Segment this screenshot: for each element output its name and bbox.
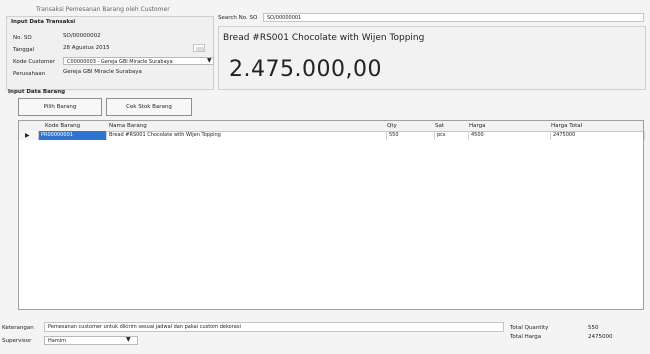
cell-total[interactable]: 2475000 (551, 131, 645, 140)
col-sat: Sat (435, 123, 445, 129)
transaction-group-title: Input Data Transaksi (11, 19, 76, 25)
perusahaan-field: Gereja GBI Miracle Surabaya (63, 69, 142, 75)
search-so-input[interactable]: SO/00000001 (263, 13, 644, 22)
product-panel: Bread #RS001 Chocolate with Wijen Toppin… (218, 26, 646, 90)
items-title: Input Data Barang (8, 89, 66, 95)
col-nama: Nama Barang (109, 123, 147, 129)
total-quantity-label: Total Quantity (510, 325, 549, 331)
product-price: 2.475.000,00 (229, 57, 382, 82)
cell-kode[interactable]: PR00000001 (39, 131, 107, 140)
no-so-field[interactable]: SO/00000002 (63, 33, 101, 39)
pilih-barang-button[interactable]: Pilih Barang (18, 98, 102, 116)
supervisor-combo[interactable]: Hamim (44, 336, 138, 345)
col-harga: Harga (469, 123, 486, 129)
kode-customer-label: Kode Customer (13, 59, 56, 65)
calendar-icon[interactable] (193, 44, 205, 52)
cell-sat[interactable]: pcs (435, 131, 469, 140)
total-harga-value: 2475000 (588, 334, 613, 340)
cell-harga[interactable]: 4500 (469, 131, 551, 140)
cek-stok-button[interactable]: Cek Stok Barang (106, 98, 192, 116)
kode-customer-combo[interactable]: C00000003 - Gereja GBI Miracle Surabaya (63, 57, 214, 65)
tanggal-field[interactable]: 28 Agustus 2015 (63, 45, 110, 51)
perusahaan-label: Perusahaan (13, 71, 46, 77)
cell-nama[interactable]: Bread #RS001 Chocolate with Wijen Toppin… (107, 131, 387, 140)
row-marker-icon: ▶ (25, 132, 30, 139)
transaction-groupbox: Input Data Transaksi No. SO SO/00000002 … (6, 16, 214, 90)
keterangan-input[interactable]: Pemesanan customer untuk dikirim sesuai … (44, 322, 504, 332)
keterangan-label: Keterangan (2, 325, 34, 331)
supervisor-label: Supervisor (2, 338, 32, 344)
total-harga-label: Total Harga (510, 334, 542, 340)
product-title: Bread #RS001 Chocolate with Wijen Toppin… (223, 33, 425, 43)
window-title: Transaksi Pemesanan Barang oleh Customer (36, 6, 170, 13)
cell-qty[interactable]: 550 (387, 131, 435, 140)
row-selector[interactable]: ▶ (19, 131, 39, 140)
col-kode: Kode Barang (45, 123, 81, 129)
no-so-label: No. SO (13, 35, 32, 41)
col-total: Harga Total (551, 123, 583, 129)
tanggal-label: Tanggal (13, 47, 35, 53)
items-grid[interactable]: Kode Barang Nama Barang Qty Sat Harga Ha… (18, 120, 645, 310)
total-quantity-value: 550 (588, 325, 599, 331)
chevron-down-icon[interactable]: ▼ (207, 57, 215, 65)
supervisor-chevron-icon[interactable]: ▼ (126, 336, 131, 343)
search-so-label: Search No. SO (218, 15, 258, 21)
col-qty: Qty (387, 123, 397, 129)
